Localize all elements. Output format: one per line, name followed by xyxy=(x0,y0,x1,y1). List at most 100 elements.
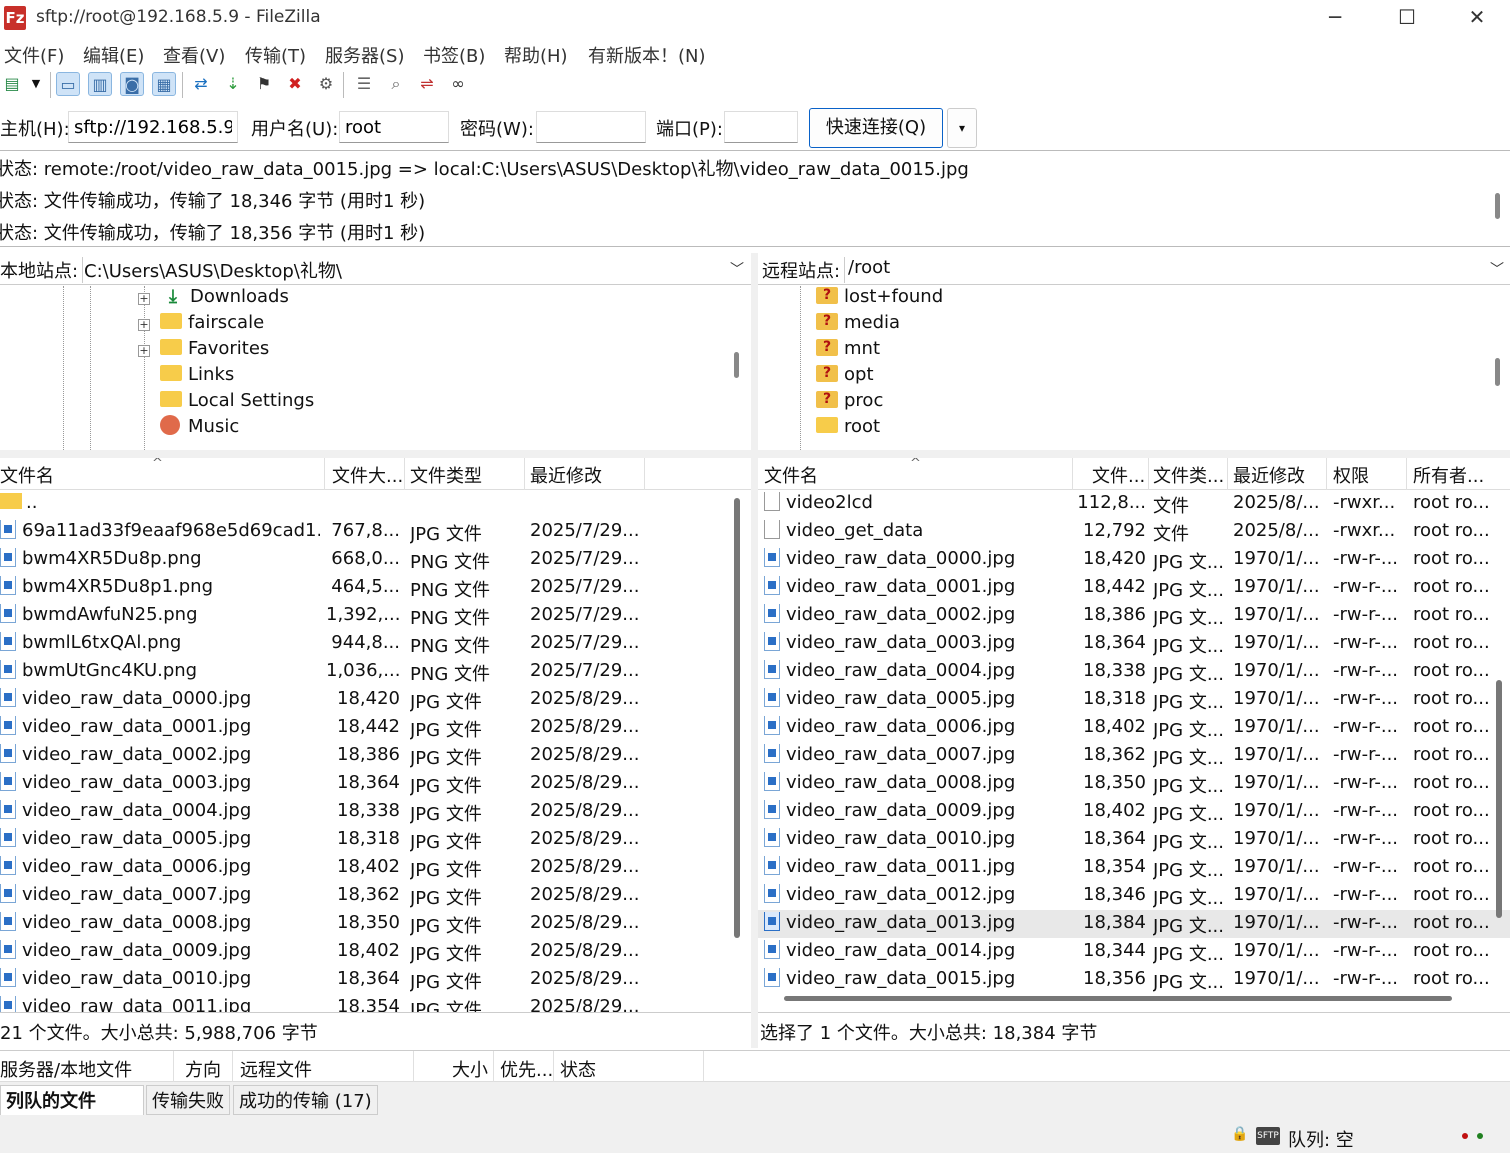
column-owner[interactable]: 所有者... xyxy=(1413,462,1489,488)
table-row[interactable]: video_raw_data_0004.jpg 18,338 JPG 文件 2025/… xyxy=(0,798,751,826)
menu-help[interactable]: 帮助(H) xyxy=(504,42,568,68)
table-row[interactable]: video_raw_data_0003.jpg 18,364 JPG 文... 197… xyxy=(758,630,1510,658)
tree-item-opt[interactable]: ? opt xyxy=(816,364,874,390)
table-row[interactable]: video_raw_data_0010.jpg 18,364 JPG 文件 2025/… xyxy=(0,966,751,994)
table-row[interactable]: 69a11ad33f9eaaf968e5d69cad1... 767,8... JP… xyxy=(0,518,751,546)
queue-column-direction[interactable]: 方向 xyxy=(185,1056,221,1082)
column-filetype[interactable]: 文件类... xyxy=(1153,462,1225,488)
tree-item-root[interactable]: root xyxy=(816,416,880,442)
table-row[interactable]: video_raw_data_0015.jpg 18,356 JPG 文... 197… xyxy=(758,966,1510,994)
tab-successful-transfers[interactable]: 成功的传输 (17) xyxy=(233,1085,378,1115)
table-row[interactable]: video_raw_data_0005.jpg 18,318 JPG 文件 2025/… xyxy=(0,826,751,854)
table-row[interactable]: video_raw_data_0001.jpg 18,442 JPG 文件 2025/… xyxy=(0,714,751,742)
table-row[interactable]: video_raw_data_0013.jpg 18,384 JPG 文... 197… xyxy=(758,910,1510,938)
tree-item-music[interactable]: Music xyxy=(160,415,239,442)
table-row[interactable]: video_raw_data_0007.jpg 18,362 JPG 文... 197… xyxy=(758,742,1510,770)
toggle-local-tree-icon[interactable]: ▥ xyxy=(88,72,112,96)
table-row[interactable]: video_raw_data_0006.jpg 18,402 JPG 文件 2025/… xyxy=(0,854,751,882)
table-row[interactable]: video_raw_data_0001.jpg 18,442 JPG 文... 197… xyxy=(758,574,1510,602)
table-row[interactable]: video_raw_data_0007.jpg 18,362 JPG 文件 2025/… xyxy=(0,882,751,910)
table-row[interactable]: video_raw_data_0009.jpg 18,402 JPG 文... 197… xyxy=(758,798,1510,826)
toggle-remote-tree-icon[interactable]: ◙ xyxy=(120,72,144,96)
quickconnect-dropdown-icon[interactable]: ▾ xyxy=(947,108,977,148)
local-splitter[interactable] xyxy=(0,450,751,458)
refresh-icon[interactable]: ⇄ xyxy=(189,72,213,96)
queue-column-local-file[interactable]: 服务器/本地文件 xyxy=(0,1056,132,1082)
disconnect-icon[interactable]: ⚙ xyxy=(314,72,338,96)
maximize-button[interactable]: ☐ xyxy=(1372,0,1442,34)
table-row[interactable]: video_raw_data_0014.jpg 18,344 JPG 文... 197… xyxy=(758,938,1510,966)
tree-item-fairscale[interactable]: fairscale xyxy=(160,312,264,338)
remote-tree-scrollbar[interactable] xyxy=(1495,358,1500,386)
queue-column-priority[interactable]: 优先... xyxy=(500,1056,553,1082)
queue-column-status[interactable]: 状态 xyxy=(560,1056,596,1082)
table-row[interactable]: video_raw_data_0009.jpg 18,402 JPG 文件 2025/… xyxy=(0,938,751,966)
table-row[interactable]: video2lcd 112,8... 文件 2025/8/... -rwxr... roo… xyxy=(758,490,1510,518)
expand-icon[interactable]: + xyxy=(138,345,150,357)
queue-column-size[interactable]: 大小 xyxy=(452,1056,488,1082)
log-scrollbar[interactable] xyxy=(1495,193,1500,219)
toggle-log-icon[interactable]: ▭ xyxy=(56,72,80,96)
table-row[interactable]: video_raw_data_0012.jpg 18,346 JPG 文... 197… xyxy=(758,882,1510,910)
host-input[interactable] xyxy=(68,111,238,143)
table-row[interactable]: video_raw_data_0003.jpg 18,364 JPG 文件 2025/… xyxy=(0,770,751,798)
binoculars-icon[interactable]: ∞ xyxy=(446,72,470,96)
chevron-down-icon[interactable]: ﹀ xyxy=(730,259,744,279)
process-queue-icon[interactable]: ⇣ xyxy=(221,72,245,96)
tree-item-favorites[interactable]: Favorites xyxy=(160,338,269,364)
table-row[interactable]: video_raw_data_0002.jpg 18,386 JPG 文件 2025/… xyxy=(0,742,751,770)
table-row[interactable]: video_raw_data_0010.jpg 18,364 JPG 文... 197… xyxy=(758,826,1510,854)
tab-failed-transfers[interactable]: 传输失败 xyxy=(146,1085,230,1115)
password-input[interactable] xyxy=(536,111,646,143)
table-row[interactable]: .. xyxy=(0,490,751,518)
local-tree-scrollbar[interactable] xyxy=(734,352,739,378)
table-row[interactable]: video_raw_data_0000.jpg 18,420 JPG 文件 2025/… xyxy=(0,686,751,714)
cancel-icon[interactable]: ✖ xyxy=(283,72,307,96)
local-path-input[interactable]: C:\Users\ASUS\Desktop\礼物\ xyxy=(84,257,342,283)
site-manager-icon[interactable]: ▤ xyxy=(0,72,24,96)
menu-edit[interactable]: 编辑(E) xyxy=(83,42,144,68)
menu-bookmarks[interactable]: 书签(B) xyxy=(423,42,485,68)
port-input[interactable] xyxy=(724,111,798,143)
quickconnect-button[interactable]: 快速连接(Q) xyxy=(809,108,943,148)
table-row[interactable]: video_raw_data_0006.jpg 18,402 JPG 文... 197… xyxy=(758,714,1510,742)
tree-item-lost-found[interactable]: ? lost+found xyxy=(816,286,943,312)
toggle-queue-icon[interactable]: ▦ xyxy=(152,72,176,96)
table-row[interactable]: video_raw_data_0002.jpg 18,386 JPG 文... 197… xyxy=(758,602,1510,630)
table-row[interactable]: video_raw_data_0005.jpg 18,318 JPG 文... 197… xyxy=(758,686,1510,714)
dropdown-arrow-icon[interactable]: ▼ xyxy=(24,72,48,96)
stop-icon[interactable]: ⚑ xyxy=(252,72,276,96)
table-row[interactable]: bwmlL6txQAl.png 944,8... PNG 文件 2025/7/29..… xyxy=(0,630,751,658)
pane-splitter[interactable] xyxy=(751,253,758,1048)
username-input[interactable] xyxy=(339,111,449,143)
table-row[interactable]: bwmdAwfuN25.png 1,392,... PNG 文件 2025/7/29.… xyxy=(0,602,751,630)
column-filesize[interactable]: 文件... xyxy=(1092,462,1150,488)
table-row[interactable]: bwm4XR5Du8p.png 668,0... PNG 文件 2025/7/29..… xyxy=(0,546,751,574)
menu-view[interactable]: 查看(V) xyxy=(163,42,225,68)
table-row[interactable]: video_raw_data_0000.jpg 18,420 JPG 文... 197… xyxy=(758,546,1510,574)
remote-list-scrollbar[interactable] xyxy=(1496,680,1502,918)
column-modified[interactable]: 最近修改 xyxy=(1233,462,1323,488)
expand-icon[interactable]: + xyxy=(138,293,150,305)
column-permissions[interactable]: 权限 xyxy=(1333,462,1405,488)
table-row[interactable]: video_raw_data_0004.jpg 18,338 JPG 文... 197… xyxy=(758,658,1510,686)
tree-item-media[interactable]: ? media xyxy=(816,312,900,338)
table-row[interactable]: video_raw_data_0011.jpg 18,354 JPG 文... 197… xyxy=(758,854,1510,882)
expand-icon[interactable]: + xyxy=(138,319,150,331)
menu-new-version[interactable]: 有新版本！(N) xyxy=(588,42,706,68)
tab-queued-files[interactable]: 列队的文件 xyxy=(0,1085,144,1115)
table-row[interactable]: video_raw_data_0011.jpg 18,354 JPG 文件 2025/… xyxy=(0,994,751,1012)
tree-item-links[interactable]: Links xyxy=(160,364,234,390)
close-button[interactable]: ✕ xyxy=(1442,0,1510,34)
lock-icon[interactable]: 🔒 xyxy=(1230,1126,1250,1146)
menu-file[interactable]: 文件(F) xyxy=(4,42,64,68)
tree-item-mnt[interactable]: ? mnt xyxy=(816,338,880,364)
menu-server[interactable]: 服务器(S) xyxy=(325,42,404,68)
local-list-scrollbar[interactable] xyxy=(734,498,740,938)
queue-column-remote-file[interactable]: 远程文件 xyxy=(240,1056,312,1082)
column-filesize[interactable]: 文件大... xyxy=(332,462,402,488)
remote-splitter[interactable] xyxy=(758,450,1510,458)
table-row[interactable]: video_get_data 12,792 文件 2025/8/... -rwxr...… xyxy=(758,518,1510,546)
remote-list-hscrollbar[interactable] xyxy=(784,996,1452,1001)
remote-path-input[interactable]: /root xyxy=(848,257,890,278)
